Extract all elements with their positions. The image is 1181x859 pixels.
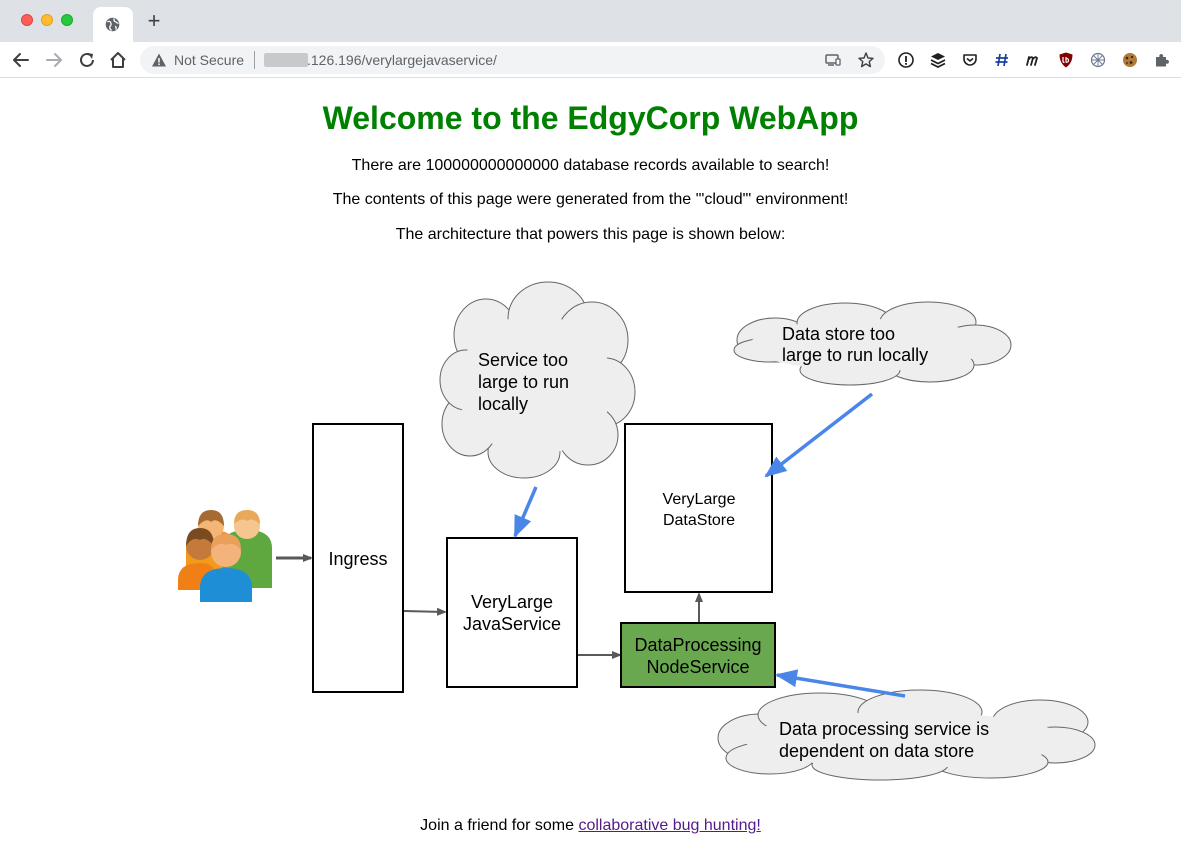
- data-processing-label-line1: DataProcessing: [634, 635, 761, 655]
- datastore-callout-line1: Data store too: [782, 324, 895, 344]
- ingress-label: Ingress: [328, 549, 387, 569]
- datastore-callout-line2: large to run locally: [782, 345, 928, 365]
- footer-text: Join a friend for some: [420, 817, 579, 834]
- java-service-label-line2: JavaService: [463, 614, 561, 634]
- footer: Join a friend for some collaborative bug…: [0, 816, 1181, 836]
- collaborative-bug-hunting-link[interactable]: collaborative bug hunting!: [578, 817, 760, 834]
- processing-callout-line2: dependent on data store: [779, 741, 974, 761]
- datastore-label-line1: VeryLarge: [663, 491, 736, 508]
- service-callout-line2: large to run: [478, 372, 569, 392]
- datastore-callout-arrow: [764, 392, 874, 478]
- processing-callout-line1: Data processing service is: [779, 719, 989, 739]
- datastore-box: [624, 423, 773, 593]
- architecture-diagram: Ingress VeryLarge JavaService VeryLarge …: [178, 281, 1096, 781]
- processing-callout-arrow: [775, 669, 906, 698]
- data-processing-box: [620, 622, 776, 688]
- service-callout-line3: locally: [478, 394, 528, 414]
- ingress-to-java-arrow: [403, 607, 447, 616]
- service-callout-line1: Service too: [478, 350, 568, 370]
- service-callout-arrow: [513, 486, 538, 538]
- datastore-label-line2: DataStore: [663, 512, 735, 529]
- users-group-icon: [178, 510, 272, 602]
- java-service-label-line1: VeryLarge: [471, 592, 553, 612]
- java-service-box: [446, 537, 578, 688]
- data-processing-label-line2: NodeService: [646, 657, 749, 677]
